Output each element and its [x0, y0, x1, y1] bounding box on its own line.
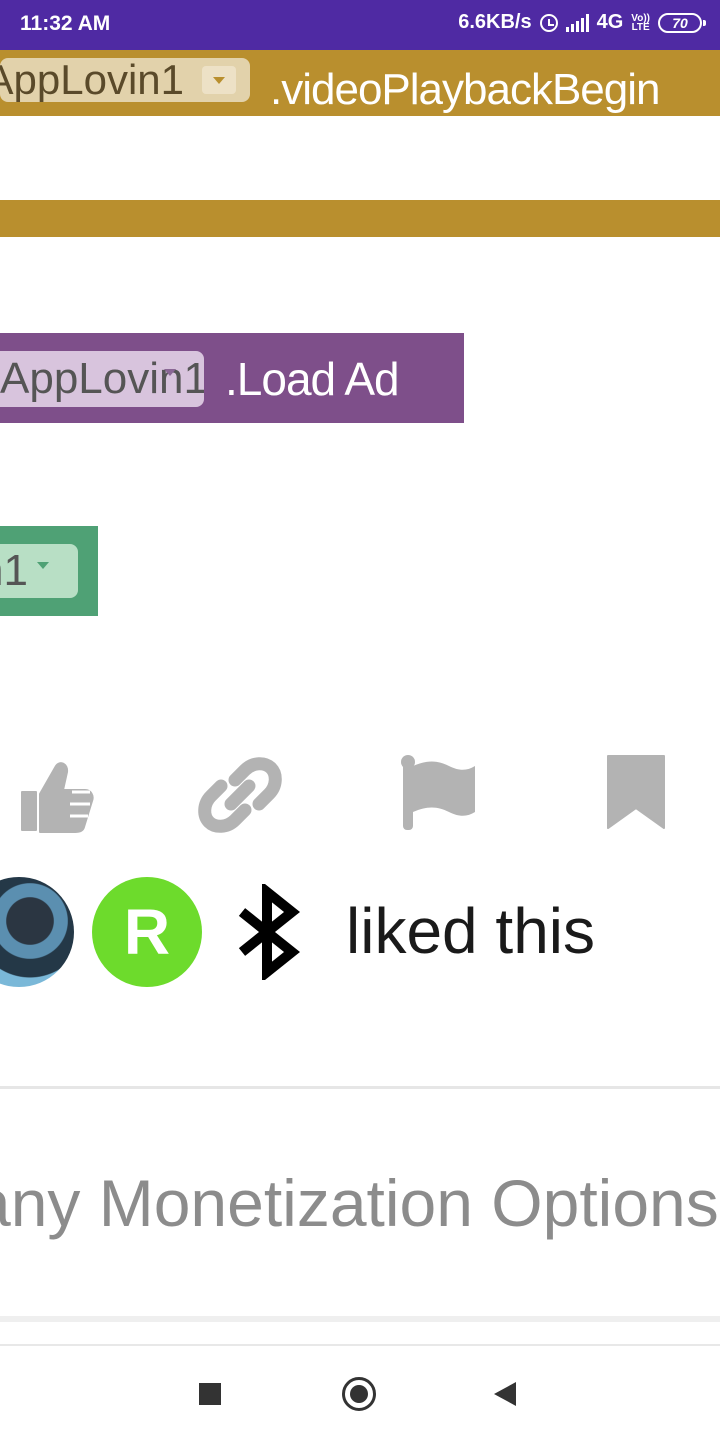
- liked-text: liked this: [346, 895, 595, 967]
- divider: [0, 1086, 720, 1089]
- event-block: AppLovin1 .videoPlaybackBegin: [0, 50, 720, 116]
- flag-icon: [401, 755, 475, 830]
- back-button[interactable]: [494, 1382, 516, 1406]
- home-button[interactable]: [342, 1377, 376, 1411]
- signal-icon: [565, 13, 589, 32]
- bluetooth-avatar-icon[interactable]: [234, 884, 304, 980]
- suggested-topic-title[interactable]: any Monetization Options: [0, 1160, 719, 1246]
- like-button[interactable]: [14, 750, 104, 840]
- avatar-letter[interactable]: R: [92, 877, 202, 987]
- battery-level: 70: [672, 14, 688, 31]
- volte-bottom: LTE: [631, 21, 650, 33]
- bookmark-button[interactable]: [590, 750, 680, 840]
- recents-button[interactable]: [199, 1383, 221, 1405]
- chevron-down-icon: [164, 369, 176, 376]
- status-bar: 11:32 AM 6.6KB/s 4G Vo)) LTE 70: [0, 0, 720, 50]
- battery-icon: 70: [658, 12, 706, 33]
- link-icon: [198, 757, 282, 833]
- component-name: AppLovin1: [0, 546, 28, 595]
- chevron-down-icon: [37, 562, 49, 569]
- avatar[interactable]: [0, 877, 74, 987]
- component-dropdown[interactable]: AppLovin1: [0, 58, 250, 102]
- divider: [0, 1316, 720, 1322]
- event-block-bottom: [0, 200, 720, 237]
- flag-button[interactable]: [395, 750, 485, 840]
- net-speed: 6.6KB/s: [458, 11, 532, 33]
- post-actions: [0, 750, 720, 840]
- chevron-down-icon: [213, 77, 225, 84]
- avatar-initial: R: [123, 896, 171, 968]
- alarm-icon: [539, 13, 558, 32]
- share-link-button[interactable]: [195, 750, 285, 840]
- component-name: AppLovin1: [0, 354, 204, 403]
- system-nav-bar: [0, 1344, 720, 1442]
- component-block: AppLovin1: [0, 526, 98, 616]
- volte-icon: Vo)) LTE: [631, 13, 650, 33]
- method-name: .Load Ad: [225, 353, 400, 405]
- liked-by-row: R liked this: [0, 876, 720, 988]
- bookmark-icon: [607, 755, 665, 829]
- component-name: AppLovin1: [0, 58, 184, 102]
- component-dropdown[interactable]: AppLovin1: [0, 351, 204, 407]
- method-block: AppLovin1 .Load Ad: [0, 333, 464, 423]
- network-type: 4G: [596, 11, 624, 33]
- event-name: .videoPlaybackBegin: [270, 65, 660, 114]
- status-icons: 6.6KB/s 4G Vo)) LTE 70: [458, 11, 706, 34]
- component-dropdown[interactable]: AppLovin1: [0, 544, 78, 598]
- status-time: 11:32 AM: [20, 12, 111, 35]
- like-icon: [21, 762, 94, 833]
